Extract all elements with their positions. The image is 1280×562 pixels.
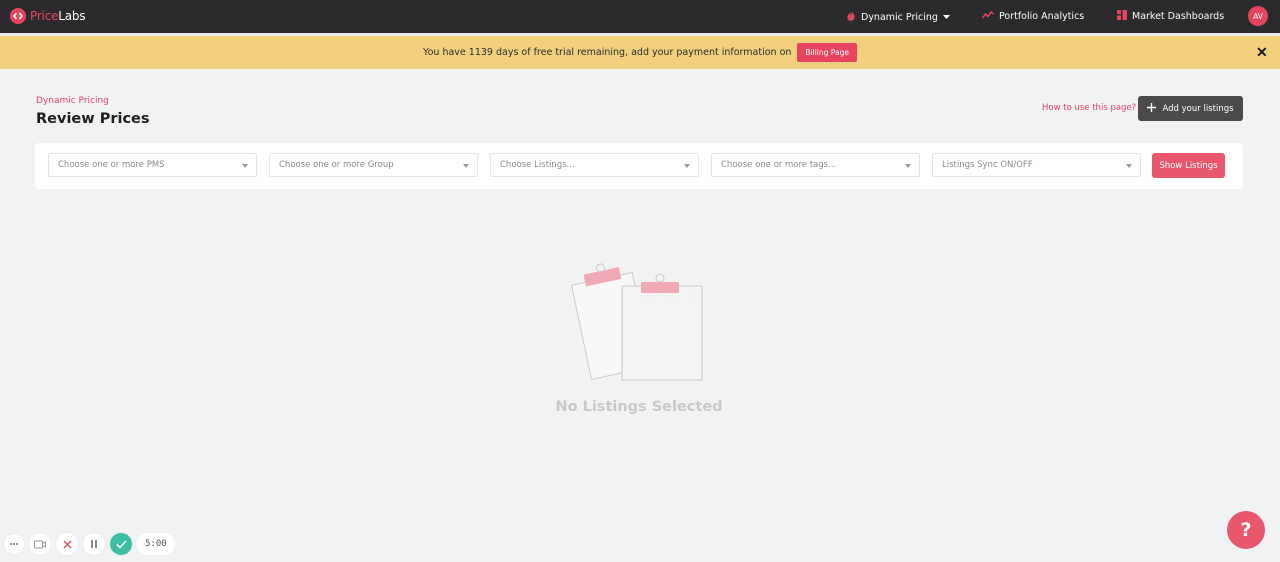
- camera-icon[interactable]: [29, 533, 51, 555]
- plus-icon: [1147, 102, 1157, 115]
- brand-logo[interactable]: PriceLabs: [10, 8, 86, 24]
- nav-label: Market Dashboards: [1132, 11, 1225, 22]
- add-listings-button[interactable]: Add your listings: [1138, 96, 1243, 121]
- pause-icon[interactable]: [83, 533, 105, 555]
- sync-select[interactable]: Listings Sync ON/OFF: [932, 153, 1141, 177]
- nav-portfolio-analytics[interactable]: Portfolio Analytics: [981, 10, 1085, 23]
- empty-state-text: No Listings Selected: [555, 399, 723, 415]
- pms-placeholder: Choose one or more PMS: [58, 160, 165, 170]
- trend-icon: [981, 10, 994, 23]
- caret-down-icon: [1126, 164, 1132, 168]
- recording-timer: 5:00: [137, 533, 175, 555]
- clipboard-illustration-icon: [566, 252, 716, 392]
- brand-name: PriceLabs: [30, 9, 86, 23]
- listings-select[interactable]: Choose Listings...: [490, 153, 699, 177]
- caret-down-icon: [905, 164, 911, 168]
- grid-icon: [1117, 10, 1127, 23]
- trial-banner: You have 1139 days of free trial remaini…: [0, 36, 1280, 69]
- cancel-recording-icon[interactable]: [56, 533, 78, 555]
- chevron-down-icon: [942, 12, 950, 23]
- nav-market-dashboards[interactable]: Market Dashboards: [1117, 10, 1224, 23]
- billing-page-button[interactable]: Billing Page: [797, 43, 857, 62]
- top-nav: PriceLabs Dynamic Pricing Portfolio Anal…: [0, 0, 1280, 33]
- add-listings-label: Add your listings: [1162, 103, 1234, 114]
- filter-bar: Choose one or more PMS Choose one or mor…: [35, 143, 1243, 189]
- pms-select[interactable]: Choose one or more PMS: [48, 153, 257, 177]
- group-select[interactable]: Choose one or more Group: [269, 153, 478, 177]
- group-placeholder: Choose one or more Group: [279, 160, 394, 170]
- caret-down-icon: [463, 164, 469, 168]
- tags-placeholder: Choose one or more tags...: [721, 160, 837, 170]
- breadcrumb[interactable]: Dynamic Pricing: [36, 96, 109, 106]
- caret-down-icon: [242, 164, 248, 168]
- nav-dynamic-pricing[interactable]: Dynamic Pricing: [846, 10, 950, 24]
- finish-recording-icon[interactable]: [110, 533, 132, 555]
- recorder-bar: 5:00: [4, 532, 175, 556]
- caret-down-icon: [684, 164, 690, 168]
- tags-select[interactable]: Choose one or more tags...: [711, 153, 920, 177]
- how-to-link[interactable]: How to use this page?: [1042, 103, 1136, 113]
- page-title: Review Prices: [36, 111, 150, 127]
- nav-label: Portfolio Analytics: [999, 11, 1085, 22]
- nav-label: Dynamic Pricing: [861, 11, 938, 23]
- more-icon[interactable]: [4, 534, 24, 554]
- logo-badge-icon: [10, 8, 26, 24]
- sync-placeholder: Listings Sync ON/OFF: [942, 160, 1033, 170]
- show-listings-button[interactable]: Show Listings: [1152, 153, 1225, 178]
- banner-text: You have 1139 days of free trial remaini…: [423, 47, 792, 58]
- close-icon[interactable]: ✕: [1256, 44, 1268, 61]
- listings-placeholder: Choose Listings...: [500, 160, 575, 170]
- help-button[interactable]: ?: [1227, 511, 1265, 549]
- flame-icon: [846, 10, 856, 24]
- user-avatar[interactable]: AV: [1248, 6, 1268, 26]
